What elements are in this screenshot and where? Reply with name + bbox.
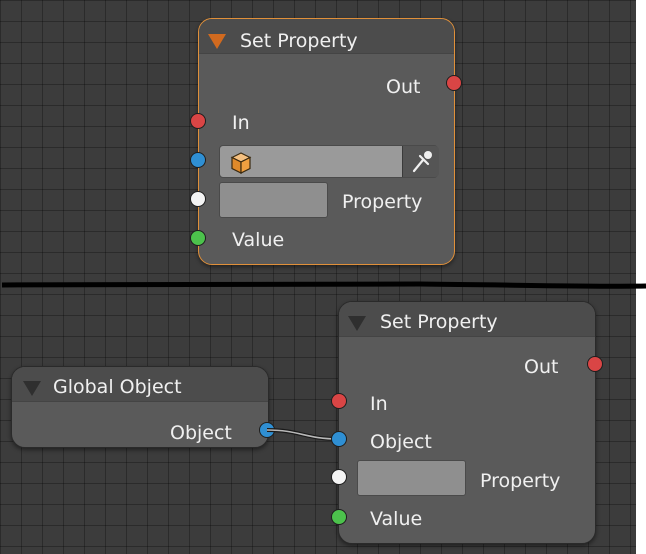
value-socket[interactable]: [331, 509, 347, 525]
value-label: Value: [370, 508, 423, 530]
right-edge: [636, 0, 646, 554]
object-output-socket[interactable]: [259, 422, 275, 438]
out-label: Out: [386, 76, 421, 98]
out-socket[interactable]: [446, 75, 462, 91]
object-output-label: Object: [170, 422, 232, 444]
object-socket[interactable]: [190, 152, 206, 168]
collapse-triangle-icon[interactable]: [348, 316, 366, 331]
cube-icon: [230, 152, 252, 174]
in-label: In: [370, 393, 388, 415]
global-object-node[interactable]: Global Object Object: [11, 366, 269, 448]
node-title: Set Property: [240, 30, 358, 52]
eyedropper-icon: [412, 151, 432, 173]
collapse-triangle-icon[interactable]: [23, 381, 41, 396]
eyedropper-button[interactable]: [402, 146, 439, 177]
set-property-node-top[interactable]: Set Property Out In Property Value: [198, 18, 455, 265]
collapse-triangle-icon[interactable]: [208, 34, 226, 49]
in-label: In: [232, 112, 250, 134]
set-property-node-bottom[interactable]: Set Property Out In Object Property Valu…: [338, 301, 596, 544]
property-field[interactable]: [357, 460, 466, 496]
object-field[interactable]: [219, 145, 439, 178]
node-title: Global Object: [53, 376, 182, 398]
object-label: Object: [370, 431, 432, 453]
in-socket[interactable]: [331, 393, 347, 409]
object-socket[interactable]: [331, 431, 347, 447]
property-socket[interactable]: [331, 469, 347, 485]
property-socket[interactable]: [190, 191, 206, 207]
node-title: Set Property: [380, 311, 498, 333]
out-socket[interactable]: [587, 356, 603, 372]
property-field[interactable]: [219, 182, 328, 218]
property-label: Property: [480, 470, 561, 492]
out-label: Out: [524, 356, 559, 378]
property-label: Property: [342, 191, 423, 213]
in-socket[interactable]: [190, 113, 206, 129]
value-socket[interactable]: [190, 230, 206, 246]
value-label: Value: [232, 229, 285, 251]
